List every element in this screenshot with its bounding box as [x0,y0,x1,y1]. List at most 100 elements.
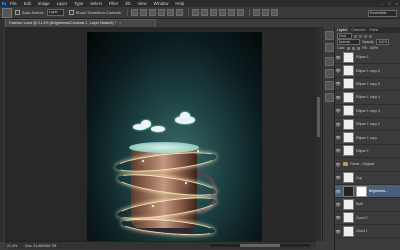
opacity-field[interactable]: 100% [376,39,390,45]
menu-help[interactable]: Help [175,1,184,6]
document-tab[interactable]: Fashion Land @ 21.4% (Brightness/Contras… [5,19,156,27]
align-top-icon[interactable] [130,9,138,16]
distribute-bottom-icon[interactable] [209,9,217,16]
layer-name: Bulb [356,202,363,207]
filter-type-icon[interactable] [364,34,367,38]
3d-pan-icon[interactable] [270,9,278,16]
visibility-eye-icon[interactable]: 👁 [335,175,341,180]
layer-row[interactable]: 👁 Ellipse 1 [335,51,400,65]
close-document-icon[interactable]: × [119,21,121,25]
layer-name: Ellipse 1 copy 3 [356,108,380,113]
layer-row[interactable]: 👁 Ellipse 1 copy 4 [335,91,400,105]
tab-paths[interactable]: Paths [368,27,381,33]
layer-name: Ellipse 1 copy 4 [356,95,380,100]
menu-file[interactable]: File [10,1,17,6]
distribute-left-icon[interactable] [218,9,226,16]
align-left-icon[interactable] [157,9,165,16]
maximize-button[interactable]: □ [388,1,390,6]
layer-name: Flame - Original [350,162,375,167]
visibility-eye-icon[interactable]: 👁 [335,68,341,73]
photoshop-logo: Ps [1,0,7,7]
mug-rim [129,142,199,153]
menu-view[interactable]: View [138,1,147,6]
visibility-eye-icon[interactable]: 👁 [335,148,341,153]
layer-row[interactable]: 👁 Cloud 1 [335,225,400,239]
filter-pixel-icon[interactable] [354,34,357,38]
align-bottom-icon[interactable] [148,9,156,16]
vertical-scrollbar[interactable] [316,27,321,241]
3d-mode-icon[interactable] [252,9,260,16]
distribute-top-icon[interactable] [191,9,199,16]
layer-row[interactable]: 👁 Ellipse 1 copy 5 [335,78,400,92]
auto-select-checkbox[interactable] [15,10,20,15]
lock-all-icon[interactable] [357,46,361,50]
menu-filter[interactable]: Filter [109,1,118,6]
menu-3d[interactable]: 3D [125,1,130,6]
visibility-eye-icon[interactable]: 👁 [335,95,341,100]
lock-position-icon[interactable] [352,46,356,50]
visibility-eye-icon[interactable]: 👁 [335,108,341,113]
document-canvas[interactable] [87,32,262,241]
menu-type[interactable]: Type [74,1,83,6]
align-right-icon[interactable] [175,9,183,16]
show-transform-checkbox[interactable] [68,10,74,15]
visibility-eye-icon[interactable]: 👁 [335,55,341,60]
layer-row[interactable]: 👁 Bulb [335,198,400,212]
layer-row[interactable]: 👁 Ellipse 1 copy 3 [335,105,400,118]
layer-thumbnail [343,51,354,63]
align-middle-icon[interactable] [139,9,147,16]
tools-panel[interactable] [0,19,4,242]
visibility-eye-icon[interactable]: 👁 [335,189,341,194]
visibility-eye-icon[interactable]: 👁 [335,135,341,140]
workspace-select[interactable]: Essentials [368,10,397,17]
layer-row[interactable]: 👁 Cloud 2 [335,212,400,226]
menu-window[interactable]: Window [154,1,169,6]
menu-edit[interactable]: Edit [24,1,31,6]
distribute-right-icon[interactable] [236,9,244,16]
fill-field[interactable]: 100% [369,46,378,50]
layer-row[interactable]: 👁 Ellipse 1 copy [335,131,400,145]
layer-mask-thumbnail[interactable] [356,185,367,197]
move-tool-icon[interactable] [2,7,12,18]
scroll-thumb[interactable] [240,244,280,247]
close-window-button[interactable]: × [396,1,398,6]
scroll-thumb[interactable] [317,97,320,137]
adjustments-icon[interactable] [325,57,334,66]
layer-row[interactable]: 👁 Brightness... [335,184,400,199]
window-controls: – □ × [381,1,398,6]
layer-row[interactable]: 👁 Ellipse 1 copy 6 [335,64,400,78]
visibility-eye-icon[interactable]: 👁 [335,162,341,167]
history-icon[interactable] [325,31,334,40]
layer-thumbnail [343,78,354,90]
filter-shape-icon[interactable] [369,34,372,38]
minimize-button[interactable]: – [381,1,383,6]
properties-icon[interactable] [325,43,334,52]
visibility-eye-icon[interactable]: 👁 [335,202,341,207]
visibility-eye-icon[interactable]: 👁 [335,215,341,220]
paragraph-icon[interactable] [325,93,334,102]
zoom-level[interactable]: 21.4% [5,244,21,248]
styles-icon[interactable] [325,69,334,78]
menu-image[interactable]: Image [38,1,50,6]
character-icon[interactable] [325,81,334,90]
blend-mode-select[interactable]: Normal [337,39,360,45]
layer-name: Cup [356,175,363,180]
distribute-center-icon[interactable] [227,9,235,16]
auto-select-target-select[interactable]: Layer [46,9,64,16]
filter-adjustment-icon[interactable] [359,34,362,38]
layer-row[interactable]: 👁 Flame - Original [335,158,400,172]
layer-row[interactable]: 👁 Ellipse 1 [335,145,400,159]
visibility-eye-icon[interactable]: 👁 [335,229,341,234]
align-center-icon[interactable] [166,9,174,16]
menu-select[interactable]: Select [90,1,102,6]
document-title: Fashion Land @ 21.4% (Brightness/Contras… [9,21,117,25]
menu-layer[interactable]: Layer [57,1,67,6]
visibility-eye-icon[interactable]: 👁 [335,81,341,86]
3d-rotate-icon[interactable] [261,9,269,16]
layer-row[interactable]: 👁 Cup [335,172,400,185]
horizontal-scrollbar[interactable] [210,244,310,247]
distribute-middle-icon[interactable] [200,9,208,16]
visibility-eye-icon[interactable]: 👁 [335,122,341,127]
lock-pixels-icon[interactable] [347,46,351,50]
layer-row[interactable]: 👁 Ellipse 1 copy 2 [335,118,400,132]
